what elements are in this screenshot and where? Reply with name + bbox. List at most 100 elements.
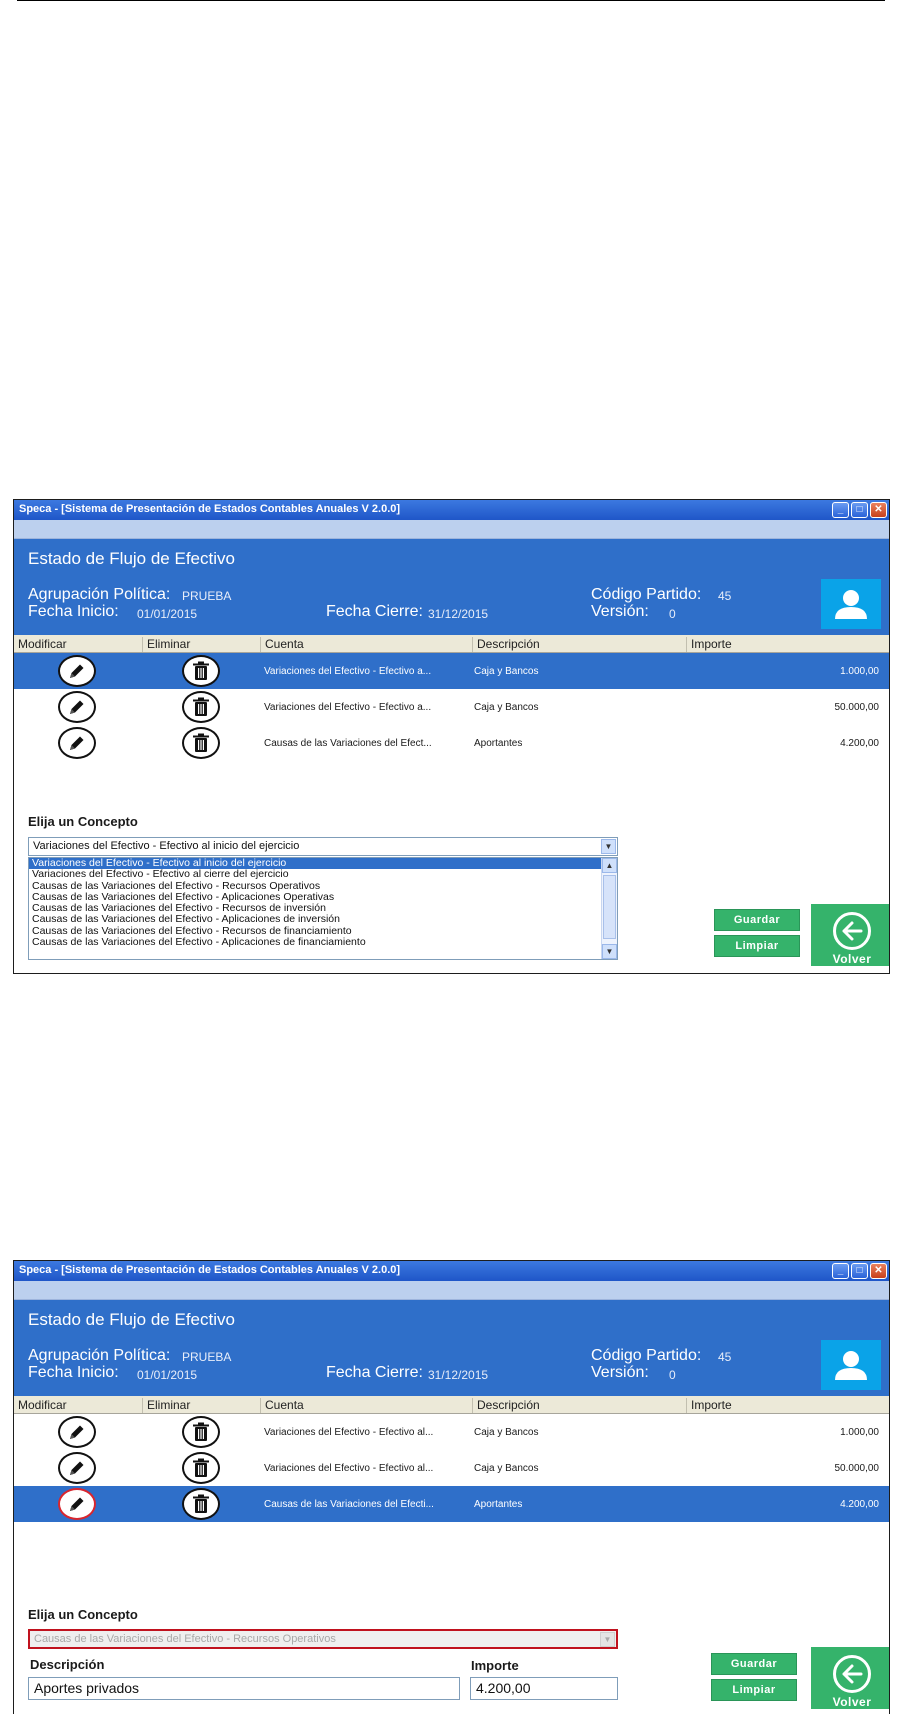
concepto-combobox[interactable]: Variaciones del Efectivo - Efectivo al i… xyxy=(28,837,618,856)
cell-cuenta: Variaciones del Efectivo - Efectivo al..… xyxy=(264,1463,434,1474)
edit-pencil-icon[interactable] xyxy=(58,1416,96,1448)
cell-importe: 1.000,00 xyxy=(840,1427,879,1438)
title-bar: Speca - [Sistema de Presentación de Esta… xyxy=(14,1261,889,1281)
app-window-1: Speca - [Sistema de Presentación de Esta… xyxy=(13,499,890,974)
cell-cuenta: Variaciones del Efectivo - Efectivo al..… xyxy=(264,1427,434,1438)
edit-pencil-icon[interactable] xyxy=(58,727,96,759)
list-item[interactable]: Variaciones del Efectivo - Efectivo al c… xyxy=(29,869,617,880)
cell-cuenta: Causas de las Variaciones del Efect... xyxy=(264,738,432,749)
trash-icon[interactable] xyxy=(182,1416,220,1448)
concepto-selected: Variaciones del Efectivo - Efectivo al i… xyxy=(33,840,300,852)
cell-cuenta: Variaciones del Efectivo - Efectivo a... xyxy=(264,666,432,677)
grid-header: Modificar Eliminar Cuenta Descripción Im… xyxy=(14,635,889,653)
concepto-selected: Causas de las Variaciones del Efectivo -… xyxy=(34,1633,336,1645)
cell-cuenta: Causas de las Variaciones del Efecti... xyxy=(264,1499,434,1510)
fecha-cierre-label: Fecha Cierre: xyxy=(326,1364,423,1381)
trash-icon[interactable] xyxy=(182,727,220,759)
col-importe[interactable]: Importe xyxy=(686,637,889,652)
descripcion-input[interactable]: Aportes privados xyxy=(28,1677,460,1700)
cell-descripcion: Caja y Bancos xyxy=(474,666,539,677)
form-title: Estado de Flujo de Efectivo xyxy=(28,549,235,568)
menu-strip xyxy=(14,1281,889,1300)
concepto-combobox[interactable]: Causas de las Variaciones del Efectivo -… xyxy=(28,1629,618,1649)
volver-button[interactable]: Volver xyxy=(811,1647,889,1709)
importe-input[interactable]: 4.200,00 xyxy=(470,1677,618,1700)
user-icon[interactable] xyxy=(821,1340,881,1390)
col-descripcion[interactable]: Descripción xyxy=(472,1398,686,1413)
col-eliminar[interactable]: Eliminar xyxy=(142,637,260,652)
close-button[interactable]: ✕ xyxy=(870,1263,887,1279)
guardar-button[interactable]: Guardar xyxy=(711,1653,797,1675)
user-icon[interactable] xyxy=(821,579,881,629)
guardar-button[interactable]: Guardar xyxy=(714,909,800,931)
table-row[interactable]: Causas de las Variaciones del Efect... A… xyxy=(14,725,889,761)
list-scrollbar[interactable]: ▲ ▼ xyxy=(601,858,617,959)
agrupacion-value: PRUEBA xyxy=(182,1350,232,1364)
fecha-cierre-value: 31/12/2015 xyxy=(428,1368,489,1382)
limpiar-button[interactable]: Limpiar xyxy=(714,935,800,957)
chevron-down-icon[interactable]: ▼ xyxy=(601,839,616,854)
form-header: Estado de Flujo de Efectivo Agrupación P… xyxy=(14,539,889,635)
cell-importe: 4.200,00 xyxy=(840,1499,879,1510)
importe-label: Importe xyxy=(471,1658,519,1673)
codigo-label: Código Partido: xyxy=(591,1347,702,1364)
concepto-label: Elija un Concepto xyxy=(28,814,138,829)
title-bar: Speca - [Sistema de Presentación de Esta… xyxy=(14,500,889,520)
back-arrow-icon xyxy=(833,912,871,950)
codigo-value: 45 xyxy=(718,1350,732,1364)
maximize-button[interactable]: □ xyxy=(851,502,868,518)
concepto-label: Elija un Concepto xyxy=(28,1607,138,1622)
codigo-value: 45 xyxy=(718,589,732,603)
trash-icon[interactable] xyxy=(182,1452,220,1484)
col-eliminar[interactable]: Eliminar xyxy=(142,1398,260,1413)
fecha-inicio-label: Fecha Inicio: xyxy=(28,1364,119,1381)
cell-importe: 50.000,00 xyxy=(834,1463,880,1474)
grid-header: Modificar Eliminar Cuenta Descripción Im… xyxy=(14,1396,889,1414)
list-item[interactable]: Causas de las Variaciones del Efectivo -… xyxy=(29,936,617,948)
agrupacion-label: Agrupación Política: xyxy=(28,1347,171,1364)
trash-icon[interactable] xyxy=(182,655,220,687)
col-cuenta[interactable]: Cuenta xyxy=(260,1398,472,1413)
col-cuenta[interactable]: Cuenta xyxy=(260,637,472,652)
agrupacion-label: Agrupación Política: xyxy=(28,586,171,603)
close-button[interactable]: ✕ xyxy=(870,502,887,518)
version-label: Versión: xyxy=(591,603,649,620)
concepto-dropdown-list[interactable]: Variaciones del Efectivo - Efectivo al i… xyxy=(28,857,618,960)
cell-importe: 50.000,00 xyxy=(834,702,880,713)
table-row[interactable]: Variaciones del Efectivo - Efectivo al..… xyxy=(14,1450,889,1486)
edit-pencil-icon[interactable] xyxy=(58,1452,96,1484)
limpiar-button[interactable]: Limpiar xyxy=(711,1679,797,1701)
fecha-inicio-label: Fecha Inicio: xyxy=(28,603,119,620)
chevron-down-icon[interactable]: ▼ xyxy=(600,1632,615,1647)
scroll-thumb[interactable] xyxy=(603,875,616,939)
table-row[interactable]: Variaciones del Efectivo - Efectivo a...… xyxy=(14,689,889,725)
col-modificar[interactable]: Modificar xyxy=(14,1398,142,1413)
volver-button[interactable]: Volver xyxy=(811,904,889,966)
grid-body: Variaciones del Efectivo - Efectivo al..… xyxy=(14,1414,889,1522)
minimize-button[interactable]: _ xyxy=(832,502,849,518)
scroll-down-icon[interactable]: ▼ xyxy=(602,944,617,959)
cell-descripcion: Caja y Bancos xyxy=(474,1427,539,1438)
volver-label: Volver xyxy=(832,1695,872,1709)
window-title: Speca - [Sistema de Presentación de Esta… xyxy=(19,503,401,515)
edit-pencil-icon[interactable] xyxy=(58,655,96,687)
trash-icon[interactable] xyxy=(182,1488,220,1520)
maximize-button[interactable]: □ xyxy=(851,1263,868,1279)
cell-importe: 1.000,00 xyxy=(840,666,879,677)
trash-icon[interactable] xyxy=(182,691,220,723)
version-value: 0 xyxy=(669,1368,676,1382)
col-modificar[interactable]: Modificar xyxy=(14,637,142,652)
back-arrow-icon xyxy=(833,1655,871,1693)
col-descripcion[interactable]: Descripción xyxy=(472,637,686,652)
cell-descripcion: Caja y Bancos xyxy=(474,1463,539,1474)
version-value: 0 xyxy=(669,607,676,621)
col-importe[interactable]: Importe xyxy=(686,1398,889,1413)
table-row[interactable]: Variaciones del Efectivo - Efectivo al..… xyxy=(14,1414,889,1450)
table-row[interactable]: Causas de las Variaciones del Efecti... … xyxy=(14,1486,889,1522)
table-row[interactable]: Variaciones del Efectivo - Efectivo a...… xyxy=(14,653,889,689)
scroll-up-icon[interactable]: ▲ xyxy=(602,858,617,873)
edit-pencil-icon[interactable] xyxy=(58,691,96,723)
agrupacion-value: PRUEBA xyxy=(182,589,232,603)
minimize-button[interactable]: _ xyxy=(832,1263,849,1279)
edit-pencil-icon[interactable] xyxy=(58,1488,96,1520)
